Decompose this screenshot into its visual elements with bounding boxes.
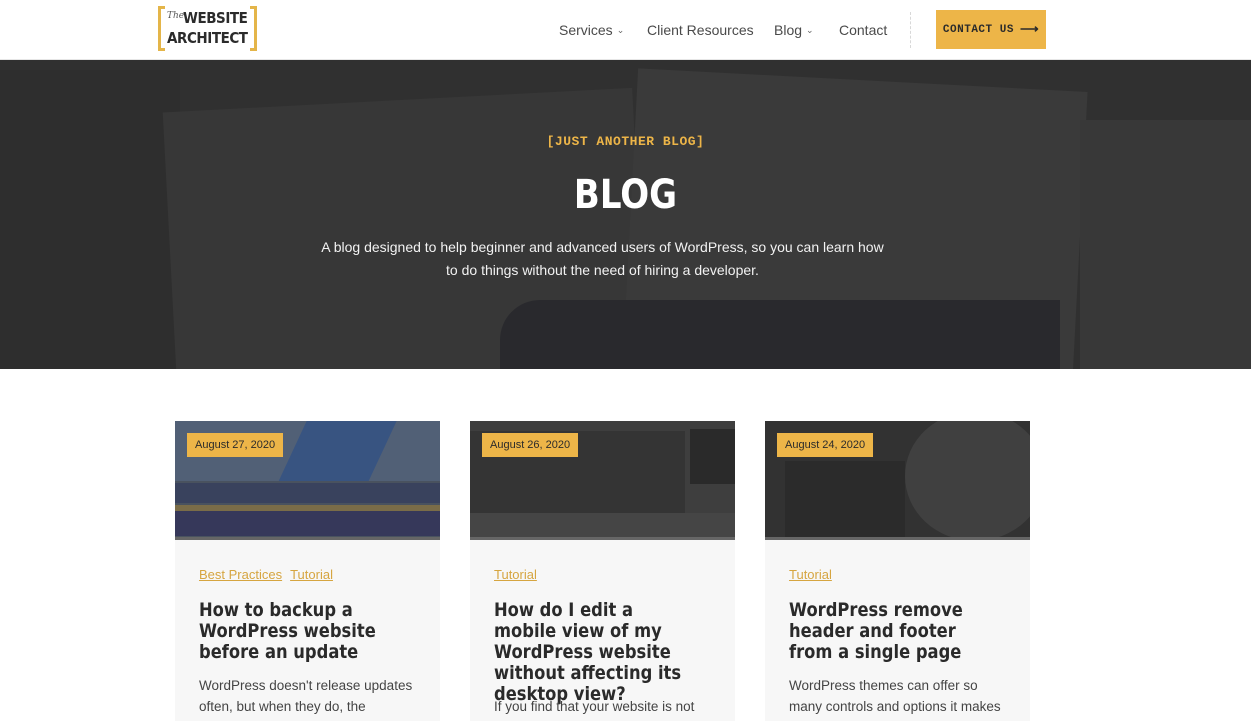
post-date-badge: August 27, 2020 <box>187 433 284 457</box>
logo-line-1: WEBSITE <box>183 9 248 27</box>
post-categories: Tutorial <box>789 567 840 582</box>
nav-divider <box>910 12 911 48</box>
post-excerpt: WordPress doesn't release updates often,… <box>199 678 413 714</box>
page-title: BLOG <box>573 172 678 218</box>
contact-us-button[interactable]: CONTACT US ⟶ <box>936 10 1046 49</box>
post-excerpt: WordPress themes can offer so many contr… <box>789 678 1001 714</box>
nav-services-label: Services <box>559 22 613 38</box>
post-card[interactable]: August 27, 2020 Best Practices Tutorial H… <box>175 421 440 721</box>
chevron-down-icon: ⌄ <box>806 24 814 35</box>
hero-kicker: [JUST ANOTHER BLOG] <box>546 134 705 149</box>
post-categories: Best Practices Tutorial <box>199 567 341 582</box>
logo-bracket-left <box>158 6 165 51</box>
contact-us-label: CONTACT US <box>942 23 1014 36</box>
post-card[interactable]: August 24, 2020 Tutorial WordPress remov… <box>765 421 1030 721</box>
logo-bracket-right <box>250 6 257 51</box>
nav-blog[interactable]: Blog ⌄ <box>774 22 814 38</box>
site-header: The WEBSITE ARCHITECT Services ⌄ Client … <box>0 0 1251 60</box>
category-link[interactable]: Tutorial <box>290 567 333 582</box>
nav-services[interactable]: Services ⌄ <box>559 22 624 38</box>
nav-contact[interactable]: Contact <box>839 22 887 38</box>
category-link[interactable]: Best Practices <box>199 567 282 582</box>
site-logo[interactable]: The WEBSITE ARCHITECT <box>158 6 257 51</box>
logo-line-2: ARCHITECT <box>167 29 248 47</box>
post-date-badge: August 26, 2020 <box>482 433 579 457</box>
nav-contact-label: Contact <box>839 22 888 38</box>
post-card[interactable]: August 26, 2020 Tutorial How do I edit a… <box>470 421 735 721</box>
nav-blog-label: Blog <box>774 22 803 38</box>
nav-client-resources-label: Client Resources <box>647 22 754 38</box>
hero-banner: [JUST ANOTHER BLOG] BLOG A blog designed… <box>0 60 1251 369</box>
logo-the: The <box>167 11 185 21</box>
chevron-down-icon: ⌄ <box>616 24 625 35</box>
post-categories: Tutorial <box>494 567 545 582</box>
category-link[interactable]: Tutorial <box>789 567 832 582</box>
category-link[interactable]: Tutorial <box>494 567 537 582</box>
post-title[interactable]: WordPress remove header and footer from … <box>789 600 987 663</box>
nav-client-resources[interactable]: Client Resources <box>647 22 754 38</box>
hero-description: A blog designed to help beginner and adv… <box>321 239 884 278</box>
post-title[interactable]: How to backup a WordPress website before… <box>199 600 397 663</box>
post-excerpt: If you find that your website is not <box>494 699 695 714</box>
post-date-badge: August 24, 2020 <box>777 433 874 457</box>
post-title[interactable]: How do I edit a mobile view of my WordPr… <box>494 600 692 705</box>
arrow-right-icon: ⟶ <box>1019 22 1040 37</box>
